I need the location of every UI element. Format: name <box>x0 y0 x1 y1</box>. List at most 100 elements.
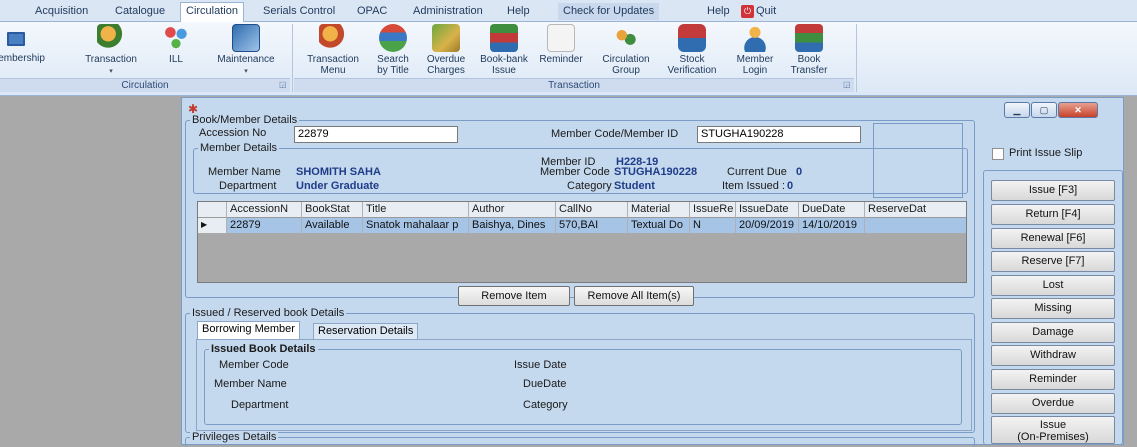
column-header[interactable]: Material <box>628 202 690 218</box>
membership-button[interactable]: lembership <box>0 24 45 64</box>
grid-cell[interactable]: 20/09/2019 <box>736 218 799 233</box>
group-label-circulation: Circulation <box>0 78 290 92</box>
menu-opac[interactable]: OPAC <box>352 3 392 20</box>
menu-catalogue[interactable]: Catalogue <box>110 3 170 20</box>
print-issue-slip-checkbox[interactable] <box>992 148 1004 160</box>
member-login-button[interactable]: Member Login <box>733 24 777 76</box>
dialog-launcher-icon[interactable]: ◲ <box>279 80 287 89</box>
transaction-button[interactable]: Transaction ▾ <box>83 24 139 77</box>
stock-verification-button[interactable]: Stock Verification <box>663 24 721 76</box>
member-name-label: Member Name <box>208 166 281 178</box>
grid-cell[interactable]: Textual Do <box>628 218 690 233</box>
overdue-button[interactable]: Overdue <box>991 393 1115 414</box>
issue-on-premises-button[interactable]: Issue (On-Premises) <box>991 416 1115 444</box>
grid-header: AccessionN BookStat Title Author CallNo … <box>198 202 966 218</box>
maintenance-icon <box>232 24 260 52</box>
accession-input[interactable]: 22879 <box>294 126 458 143</box>
issue-date-label: Issue Date <box>514 359 567 371</box>
group-separator <box>292 24 293 92</box>
maximize-button[interactable]: ▢ <box>1031 102 1057 118</box>
column-header[interactable]: Author <box>469 202 556 218</box>
grid-cell[interactable]: 22879 <box>227 218 302 233</box>
items-grid[interactable]: AccessionN BookStat Title Author CallNo … <box>197 201 967 283</box>
department-label: Department <box>219 180 277 192</box>
renewal-button[interactable]: Renewal [F6] <box>991 228 1115 249</box>
remove-item-button[interactable]: Remove Item <box>458 286 570 306</box>
ribbon-label: Transfer <box>790 65 828 76</box>
ribbon-label: Book <box>797 54 821 65</box>
grid-cell[interactable]: 14/10/2019 <box>799 218 865 233</box>
tab-borrowing-member[interactable]: Borrowing Member <box>197 321 300 340</box>
book-transfer-button[interactable]: Book Transfer <box>786 24 832 76</box>
column-header[interactable]: Title <box>363 202 469 218</box>
column-header[interactable]: AccessionN <box>227 202 302 218</box>
grid-cell[interactable]: Snatok mahalaar p <box>363 218 469 233</box>
column-header[interactable]: DueDate <box>799 202 865 218</box>
lost-button[interactable]: Lost <box>991 275 1115 296</box>
column-header[interactable]: IssueRe <box>690 202 736 218</box>
quit-menu[interactable]: ⏻ Quit <box>736 3 781 20</box>
grid-cell[interactable]: 570,BAI <box>556 218 628 233</box>
search-books-icon <box>379 24 407 52</box>
return-button[interactable]: Return [F4] <box>991 204 1115 225</box>
maintenance-button[interactable]: Maintenance ▾ <box>213 24 279 77</box>
grid-cell[interactable] <box>865 218 966 233</box>
minimize-button[interactable]: ▁ <box>1004 102 1030 118</box>
member-name-value: SHOMITH SAHA <box>296 166 381 178</box>
category-value: Student <box>614 180 655 192</box>
issue-on-premises-line2: (On-Premises) <box>1017 431 1089 443</box>
member-details-legend: Member Details <box>198 142 280 154</box>
search-by-title-button[interactable]: Search by Title <box>370 24 416 76</box>
column-header[interactable]: CallNo <box>556 202 628 218</box>
menu-acquisition[interactable]: Acquisition <box>30 3 93 20</box>
menu-help[interactable]: Help <box>502 3 535 20</box>
menu-serials-control[interactable]: Serials Control <box>258 3 340 20</box>
grid-cell[interactable]: N <box>690 218 736 233</box>
current-due-label: Current Due <box>727 166 787 178</box>
group-separator <box>856 24 857 92</box>
member-code-id-label: Member Code/Member ID <box>551 128 679 140</box>
quit-label: Quit <box>756 5 777 17</box>
transaction-label: Transaction <box>85 54 137 65</box>
column-header[interactable]: BookStat <box>302 202 363 218</box>
items-issued-label: Item Issued : <box>722 180 785 192</box>
check-updates-menu[interactable]: Check for Updates <box>558 3 660 20</box>
withdraw-button[interactable]: Withdraw <box>991 345 1115 366</box>
book-bank-issue-button[interactable]: Book-bank Issue <box>477 24 531 76</box>
ill-button[interactable]: ILL <box>160 24 192 65</box>
member-code-input[interactable]: STUGHA190228 <box>697 126 861 143</box>
grid-cell[interactable]: Baishya, Dines <box>469 218 556 233</box>
transaction-menu-button[interactable]: Transaction Menu <box>303 24 363 76</box>
reminder-action-button[interactable]: Reminder <box>991 369 1115 390</box>
damage-button[interactable]: Damage <box>991 322 1115 343</box>
menu-administration[interactable]: Administration <box>408 3 488 20</box>
issued-book-details-legend: Issued Book Details <box>209 343 318 355</box>
missing-button[interactable]: Missing <box>991 298 1115 319</box>
menu-bar: Acquisition Catalogue Circulation Serial… <box>0 0 1137 22</box>
overdue-charges-button[interactable]: Overdue Charges <box>421 24 471 76</box>
reserve-button[interactable]: Reserve [F7] <box>991 251 1115 272</box>
menu-circulation[interactable]: Circulation <box>180 2 244 22</box>
column-header[interactable]: IssueDate <box>736 202 799 218</box>
member-code-value: STUGHA190228 <box>614 166 698 178</box>
issue-button[interactable]: Issue [F3] <box>991 180 1115 201</box>
ribbon-label: Login <box>742 65 768 76</box>
dialog-launcher-icon[interactable]: ◲ <box>843 80 851 89</box>
issued-member-code-label: Member Code <box>219 359 289 371</box>
issued-department-label: Department <box>231 399 289 411</box>
tab-reservation-details[interactable]: Reservation Details <box>313 323 419 340</box>
help-menu-right[interactable]: Help <box>702 3 735 20</box>
reminder-button[interactable]: Reminder <box>536 24 586 65</box>
circulation-group-icon <box>612 24 640 52</box>
table-row[interactable]: ▶ 22879 Available Snatok mahalaar p Bais… <box>198 218 966 233</box>
member-login-icon <box>741 24 769 52</box>
grid-cell[interactable]: Available <box>302 218 363 233</box>
membership-label: lembership <box>0 53 45 64</box>
column-header[interactable]: ReserveDat <box>865 202 966 218</box>
remove-all-items-button[interactable]: Remove All Item(s) <box>574 286 694 306</box>
ribbon-label: Transaction <box>307 54 359 65</box>
category-label: Category <box>567 180 612 192</box>
circulation-group-button[interactable]: Circulation Group <box>598 24 654 76</box>
close-button[interactable]: ✕ <box>1058 102 1098 118</box>
ribbon-label: Member <box>736 54 774 65</box>
